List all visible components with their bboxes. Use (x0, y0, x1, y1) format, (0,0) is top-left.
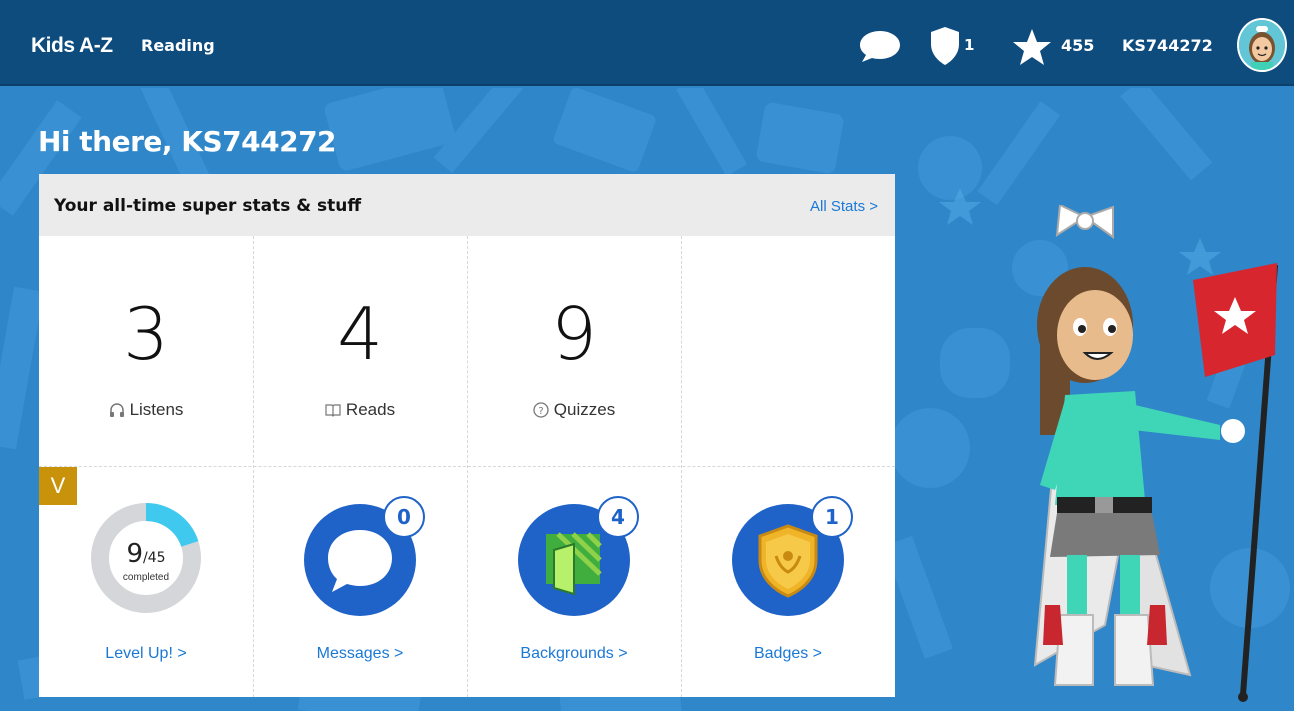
backgrounds-link[interactable]: Backgrounds > (467, 645, 681, 663)
all-stats-link[interactable]: All Stats > (810, 198, 878, 215)
messages-tile[interactable]: 0 Messages > (253, 467, 467, 697)
quizzes-label-row: ? Quizzes (467, 400, 681, 420)
greeting-heading: Hi there, KS744272 (38, 125, 337, 158)
level-completed-label: completed (122, 572, 170, 583)
avatar[interactable] (1237, 18, 1287, 72)
top-navigation-bar: Kids A-Z Reading 1 455 KS744272 (0, 0, 1294, 86)
level-total: /45 (143, 550, 166, 566)
chat-icon[interactable] (858, 29, 902, 63)
quizzes-label: Quizzes (553, 400, 616, 419)
stats-card-header: Your all-time super stats & stuff All St… (39, 174, 895, 236)
stat-reads: 4 Reads (253, 236, 467, 466)
level-tag: V (39, 467, 77, 505)
listens-label-row: Listens (39, 400, 253, 420)
star-icon[interactable] (1012, 28, 1052, 66)
avatar-character-illustration (1033, 205, 1278, 702)
quizzes-count: 9 (551, 292, 597, 376)
stats-card-title: Your all-time super stats & stuff (54, 196, 362, 216)
reads-label: Reads (345, 400, 396, 419)
stats-card: Your all-time super stats & stuff All St… (39, 174, 895, 697)
badges-link[interactable]: Badges > (681, 645, 895, 663)
level-up-link[interactable]: Level Up! > (39, 645, 253, 663)
section-title[interactable]: Reading (141, 36, 215, 55)
listens-label: Listens (129, 400, 184, 419)
stat-listens: 3 Listens (39, 236, 253, 466)
messages-link[interactable]: Messages > (253, 645, 467, 663)
backgrounds-tile[interactable]: 4 Backgrounds > (467, 467, 681, 697)
backgrounds-count-badge: 4 (597, 496, 639, 538)
brand-logo[interactable]: Kids A-Z (31, 34, 113, 58)
svg-text:?: ? (538, 406, 543, 417)
level-tile[interactable]: V 9/45 completed Level Up! > (39, 467, 253, 697)
badges-count-badge: 1 (811, 496, 853, 538)
question-icon: ? (533, 402, 549, 418)
stat-quizzes: 9 ? Quizzes (467, 236, 681, 466)
reads-count: 4 (337, 292, 383, 376)
badges-tile[interactable]: 1 Badges > (681, 467, 895, 697)
level-completed: 9 (126, 539, 143, 569)
reads-label-row: Reads (253, 400, 467, 420)
book-icon (325, 404, 341, 417)
listens-count: 3 (123, 292, 169, 376)
username[interactable]: KS744272 (1122, 36, 1213, 55)
messages-count-badge: 0 (383, 496, 425, 538)
shield-count: 1 (964, 36, 975, 54)
headphones-icon (109, 403, 124, 417)
star-count: 455 (1061, 36, 1095, 55)
shield-icon[interactable] (930, 26, 960, 66)
level-progress-count: 9/45 (89, 539, 203, 569)
